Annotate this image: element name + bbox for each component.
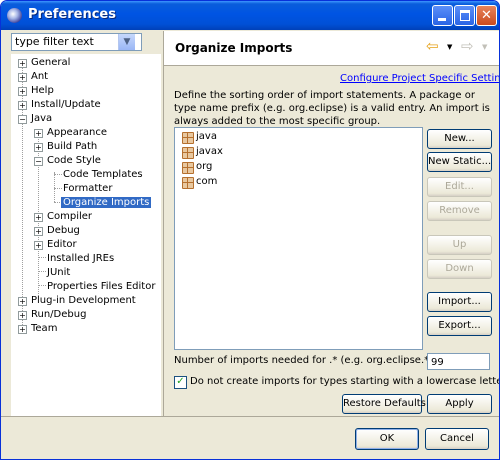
list-item-label: com [196, 176, 218, 187]
expand-icon[interactable]: + [18, 297, 27, 306]
footer-separator [1, 416, 499, 417]
tree-item-label: Organize Imports [61, 197, 152, 208]
maximize-button[interactable] [454, 5, 475, 26]
tree-item-label: Run/Debug [31, 309, 87, 320]
minimize-button[interactable] [432, 5, 453, 26]
expand-icon[interactable]: + [18, 325, 27, 334]
title-bar[interactable]: Preferences ✕ [1, 1, 499, 30]
tree-item-organize-imports[interactable]: Organize Imports [61, 196, 152, 210]
expand-icon[interactable]: + [18, 101, 27, 110]
edit-button[interactable]: Edit... [427, 177, 492, 197]
preferences-window: Preferences ✕ type filter text ▼ + Gener… [0, 0, 500, 460]
page-header: Organize Imports ⇦ ▼ ⇨ ▼ [164, 31, 499, 66]
expand-icon[interactable]: + [18, 311, 27, 320]
tree-connector [38, 257, 46, 258]
tree-item-formatter[interactable]: Formatter [63, 182, 112, 196]
expand-icon[interactable]: + [34, 241, 43, 250]
back-arrow-icon[interactable]: ⇦ [426, 39, 442, 54]
down-button[interactable]: Down [427, 259, 492, 279]
tree-item-label: Properties Files Editor [47, 281, 156, 292]
expand-icon[interactable]: + [34, 143, 43, 152]
expand-icon[interactable]: + [18, 73, 27, 82]
forward-history-dropdown-icon[interactable]: ▼ [482, 43, 487, 51]
list-item-label: java [196, 131, 217, 142]
tree-item-label: Installed JREs [47, 253, 115, 264]
filter-dropdown-button[interactable]: ▼ [118, 34, 135, 50]
restore-defaults-button[interactable]: Restore Defaults [342, 394, 426, 414]
list-item-label: org [196, 161, 213, 172]
tree-item-label: Help [31, 85, 54, 96]
tree-connector [54, 174, 62, 175]
maximize-icon [460, 10, 470, 21]
forward-arrow-icon[interactable]: ⇨ [461, 39, 477, 54]
import-order-list[interactable]: java javax org com [174, 127, 423, 350]
close-button[interactable]: ✕ [476, 5, 497, 26]
back-history-dropdown-icon[interactable]: ▼ [447, 43, 452, 51]
window-title: Preferences [28, 7, 116, 22]
tree-connector [38, 271, 46, 272]
tree-item-installed-jres[interactable]: Installed JREs [47, 252, 114, 266]
tree-item-label: Install/Update [31, 99, 101, 110]
tree-connector [54, 172, 55, 202]
lowercase-imports-checkbox[interactable]: ✓ [174, 376, 187, 389]
minimize-icon [438, 18, 446, 21]
tree-connector [38, 130, 39, 294]
tree-item-properties-files-editor[interactable]: Properties Files Editor [47, 280, 155, 294]
tree-item-code-templates[interactable]: Code Templates [63, 168, 143, 182]
imports-threshold-label: Number of imports needed for .* (e.g. or… [174, 355, 437, 366]
pane-divider[interactable] [163, 31, 164, 416]
up-button[interactable]: Up [427, 235, 492, 255]
collapse-icon[interactable]: − [18, 115, 27, 124]
export-button[interactable]: Export... [427, 316, 492, 336]
package-icon [182, 132, 194, 144]
tree-item-label: Editor [47, 239, 77, 250]
lowercase-imports-label[interactable]: Do not create imports for types starting… [190, 376, 499, 387]
tree-item-label: Team [31, 323, 58, 334]
preference-tree: + General + Ant + Help + Install/Update … [11, 54, 161, 416]
page-title: Organize Imports [175, 41, 293, 55]
expand-icon[interactable]: + [34, 213, 43, 222]
page-description: Define the sorting order of import state… [174, 90, 490, 127]
expand-icon[interactable]: + [18, 87, 27, 96]
package-icon [182, 177, 194, 189]
close-icon: ✕ [481, 8, 492, 23]
cancel-button[interactable]: Cancel [425, 428, 489, 450]
new-button[interactable]: New... [427, 129, 492, 149]
tree-item-label: Code Style [47, 155, 101, 166]
tree-item-label: Plug-in Development [31, 295, 136, 306]
tree-connector [54, 188, 62, 189]
tree-item-label: Compiler [47, 211, 93, 222]
list-item-label: javax [196, 146, 223, 157]
remove-button[interactable]: Remove [427, 201, 492, 221]
package-icon [182, 162, 194, 174]
eclipse-icon [7, 8, 22, 23]
expand-icon[interactable]: + [34, 129, 43, 138]
tree-item-label: Code Templates [63, 169, 143, 180]
collapse-icon[interactable]: − [34, 157, 43, 166]
tree-connector [38, 285, 46, 286]
ok-button[interactable]: OK [355, 428, 419, 450]
expand-icon[interactable]: + [18, 59, 27, 68]
tree-item-label: Build Path [47, 141, 98, 152]
new-static-button[interactable]: New Static... [427, 152, 492, 172]
expand-icon[interactable]: + [34, 227, 43, 236]
tree-item-label: JUnit [47, 267, 71, 278]
tree-item-label: General [31, 57, 71, 68]
tree-item-label: Ant [31, 71, 49, 82]
import-button[interactable]: Import... [427, 292, 492, 312]
imports-threshold-input[interactable]: 99 [427, 353, 490, 370]
configure-project-settings-link[interactable]: Configure Project Specific Settings... [340, 73, 499, 84]
tree-item-label: Formatter [63, 183, 113, 194]
tree-item-junit[interactable]: JUnit [47, 266, 70, 280]
package-icon [182, 147, 194, 159]
tree-item-label: Appearance [47, 127, 108, 138]
chevron-down-icon: ▼ [123, 37, 131, 47]
checkmark-icon: ✓ [176, 376, 185, 387]
tree-item-label: Debug [47, 225, 80, 236]
apply-button[interactable]: Apply [427, 394, 492, 414]
tree-item-label: Java [31, 113, 53, 124]
